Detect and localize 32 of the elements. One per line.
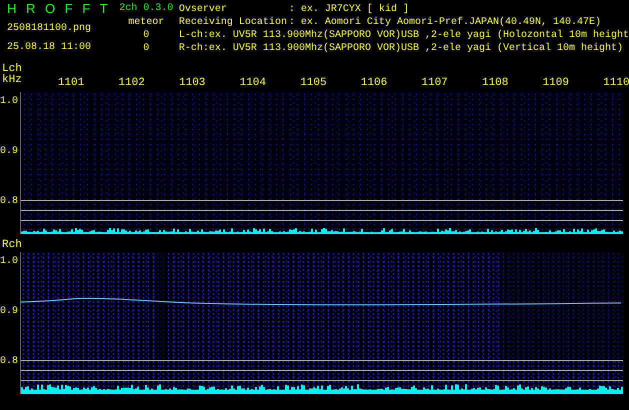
frequency-label: 1109: [542, 77, 570, 90]
frequency-label: 1110: [603, 77, 629, 90]
app-title: H R O F F T: [7, 2, 112, 16]
channel-label: Lch: [2, 64, 22, 75]
frequency-label: 1103: [179, 77, 206, 90]
frequency-label: 1104: [240, 77, 267, 90]
file-name: 2508181100.png: [7, 22, 92, 35]
unit-label: kHz: [2, 75, 22, 86]
y-tick-label: 0.8: [0, 355, 20, 368]
y-tick-label: 0.9: [0, 305, 20, 318]
meteor-count: 0: [143, 42, 150, 55]
meteor-label: meteor: [128, 16, 164, 29]
date-time: 25.08.18 11:00: [7, 41, 92, 54]
info-value: R-ch:ex. UV5R 113.900Mhz(SAPPORO VOR)USB ,2-ele yagi (Vertical 10m height): [178, 42, 623, 55]
info-value: : ex. JR7CYX [ kid ]: [288, 3, 409, 16]
info-value: : ex. Aomori City Aomori-Pref.JAPAN(40.49N, 140.47E): [288, 16, 601, 29]
channel-label: Rch: [2, 240, 22, 251]
version-label: 2ch 0.3.0: [119, 2, 174, 16]
frequency-label: 1105: [300, 77, 328, 90]
info-label: Receiving Location: [178, 16, 288, 29]
frequency-label: 1106: [360, 77, 388, 90]
frequency-label: 1102: [118, 77, 146, 90]
info-label: Ovserver: [178, 3, 228, 16]
frequency-label: 1108: [482, 77, 510, 90]
y-tick-label: 0.8: [0, 195, 20, 208]
meteor-count: 0: [143, 29, 150, 42]
y-tick-label: 1.0: [0, 255, 20, 268]
y-tick-label: 1.0: [0, 95, 20, 108]
info-value: L-ch:ex. UV5R 113.900Mhz(SAPPORO VOR)USB ,2-ele yagi (Holozontal 10m height: [178, 29, 629, 42]
frequency-label: 1101: [58, 77, 86, 90]
frequency-label: 1107: [421, 77, 449, 90]
y-tick-label: 0.9: [0, 145, 20, 158]
